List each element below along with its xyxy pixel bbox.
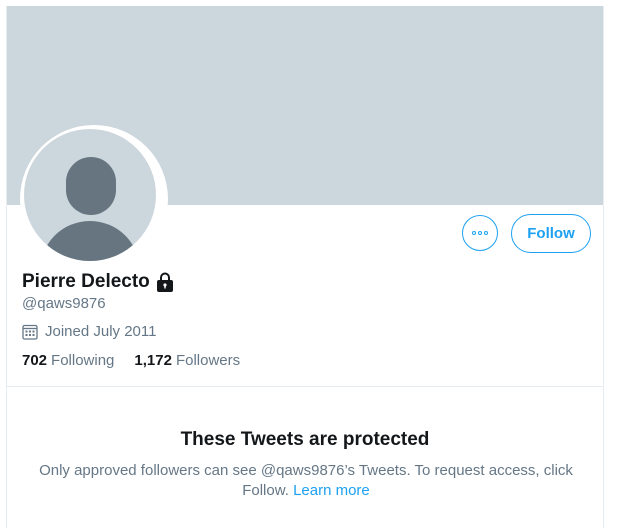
profile-name-row: Pierre Delecto [22, 271, 175, 293]
follow-button[interactable]: Follow [511, 214, 591, 253]
followers-link[interactable]: 1,172 Followers [134, 352, 240, 369]
lock-icon [156, 272, 173, 292]
profile-handle: @qaws9876 [22, 295, 106, 312]
learn-more-link[interactable]: Learn more [293, 482, 370, 499]
profile-name: Pierre Delecto [22, 271, 150, 292]
following-label: Following [51, 352, 115, 369]
following-link[interactable]: 702 Following [22, 352, 114, 369]
followers-label: Followers [175, 352, 241, 369]
join-date: Joined July 2011 [22, 323, 156, 340]
avatar[interactable] [20, 125, 168, 273]
more-options-button[interactable] [462, 215, 498, 251]
profile-page: Follow Pierre Delecto @qaws9876 Joined J… [6, 6, 604, 528]
more-icon-dot [478, 231, 482, 235]
followers-count: 1,172 [134, 352, 172, 369]
section-divider [7, 386, 603, 387]
following-count: 702 [22, 352, 48, 369]
avatar-body [40, 221, 140, 261]
protected-description: Only approved followers can see @qaws987… [37, 461, 575, 501]
avatar-head [66, 157, 116, 215]
default-avatar-icon [24, 129, 156, 261]
more-icon-dot [484, 231, 488, 235]
join-date-text: Joined July 2011 [45, 323, 157, 340]
profile-stats: 702 Following 1,172 Followers [22, 352, 260, 369]
calendar-icon [22, 324, 38, 340]
protected-title: These Tweets are protected [180, 429, 430, 450]
more-icon [472, 231, 476, 235]
